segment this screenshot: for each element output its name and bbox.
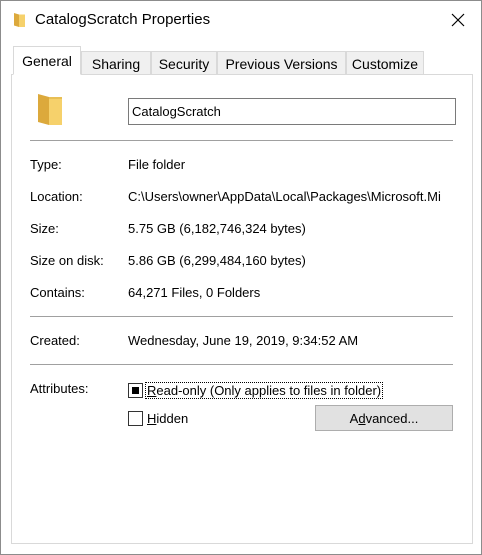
properties-window: CatalogScratch Properties General Sharin… bbox=[0, 0, 482, 555]
tab-security[interactable]: Security bbox=[151, 51, 217, 75]
tab-customize[interactable]: Customize bbox=[346, 51, 424, 75]
location-value[interactable]: C:\Users\owner\AppData\Local\Packages\Mi… bbox=[128, 189, 456, 204]
attributes-label: Attributes: bbox=[30, 381, 89, 396]
folder-icon bbox=[14, 13, 25, 27]
advanced-text-start: A bbox=[349, 410, 359, 426]
close-button[interactable] bbox=[435, 1, 481, 39]
readonly-checkbox[interactable] bbox=[128, 383, 143, 398]
window-title: CatalogScratch Properties bbox=[35, 11, 211, 28]
tab-strip: General Sharing Security Previous Versio… bbox=[11, 46, 473, 75]
general-panel bbox=[11, 74, 473, 544]
size-label: Size: bbox=[30, 221, 59, 236]
size-on-disk-value: 5.86 GB (6,299,484,160 bytes) bbox=[128, 253, 306, 268]
indeterminate-mark bbox=[132, 387, 139, 394]
readonly-accelerator: R bbox=[147, 383, 157, 398]
hidden-label[interactable]: Hidden bbox=[147, 411, 188, 426]
location-label: Location: bbox=[30, 189, 83, 204]
separator bbox=[30, 364, 453, 365]
tab-sharing[interactable]: Sharing bbox=[81, 51, 151, 75]
hidden-label-text: idden bbox=[156, 411, 189, 426]
readonly-label[interactable]: Read-only (Only applies to files in fold… bbox=[145, 382, 384, 399]
advanced-text-end: vanced... bbox=[365, 410, 419, 426]
title-bar[interactable]: CatalogScratch Properties bbox=[1, 1, 481, 39]
close-icon bbox=[451, 13, 465, 27]
type-label: Type: bbox=[30, 157, 62, 172]
folder-name-input[interactable] bbox=[128, 98, 456, 125]
type-value: File folder bbox=[128, 157, 186, 172]
advanced-button[interactable]: Ad vanced... bbox=[315, 405, 453, 431]
created-label: Created: bbox=[30, 333, 80, 348]
hidden-checkbox[interactable] bbox=[128, 411, 143, 426]
size-value: 5.75 GB (6,182,746,324 bytes) bbox=[128, 221, 306, 236]
separator bbox=[30, 140, 453, 141]
separator bbox=[30, 316, 453, 317]
hidden-accelerator: H bbox=[147, 411, 157, 426]
contains-label: Contains: bbox=[30, 285, 85, 300]
tab-general[interactable]: General bbox=[13, 46, 81, 75]
created-value: Wednesday, June 19, 2019, 9:34:52 AM bbox=[128, 333, 359, 348]
contains-value: 64,271 Files, 0 Folders bbox=[128, 285, 261, 300]
tab-previous-versions[interactable]: Previous Versions bbox=[217, 51, 346, 75]
advanced-accelerator: d bbox=[358, 410, 366, 426]
large-folder-icon bbox=[38, 94, 62, 125]
size-on-disk-label: Size on disk: bbox=[30, 253, 104, 268]
readonly-label-text: ead-only (Only applies to files in folde… bbox=[156, 383, 382, 398]
